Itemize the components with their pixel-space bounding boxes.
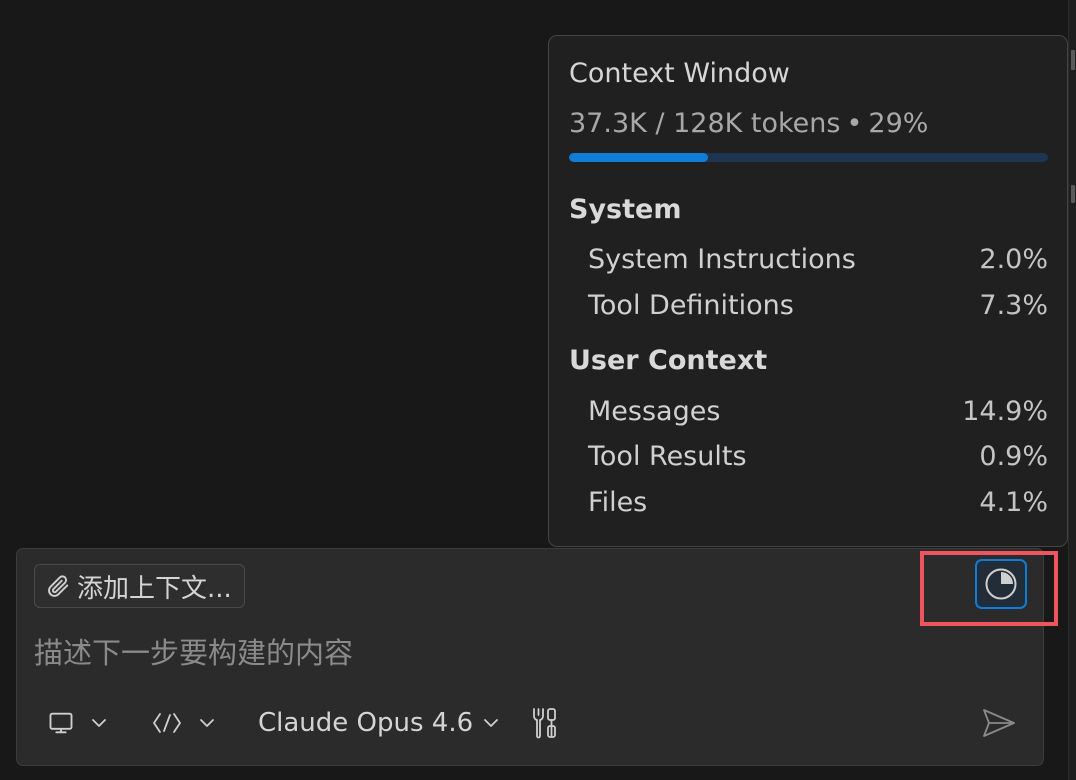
scrollbar-marker xyxy=(1071,50,1075,70)
code-brackets-icon xyxy=(151,709,183,737)
row-files: Files 4.1% xyxy=(588,485,1048,519)
mode-picker[interactable] xyxy=(151,699,217,747)
tools-button[interactable] xyxy=(527,699,561,747)
model-label: Claude Opus 4.6 xyxy=(258,708,474,738)
send-button[interactable] xyxy=(980,699,1018,747)
row-label: Messages xyxy=(588,395,721,427)
monitor-icon xyxy=(47,709,75,737)
context-window-popup: Context Window 37.3K / 128K tokens • 29% S… xyxy=(548,35,1068,547)
chevron-down-icon xyxy=(89,713,109,733)
context-progress-bar xyxy=(569,153,1048,162)
model-picker[interactable]: Claude Opus 4.6 xyxy=(258,699,501,747)
row-value: 7.3% xyxy=(979,289,1048,321)
section-system-heading: System xyxy=(569,194,682,225)
chevron-down-icon xyxy=(197,713,217,733)
context-usage-button[interactable] xyxy=(975,559,1027,609)
row-value: 14.9% xyxy=(962,395,1048,427)
chevron-down-icon xyxy=(481,713,501,733)
chat-prompt-input[interactable] xyxy=(34,633,1014,673)
row-system-instructions: System Instructions 2.0% xyxy=(588,242,1048,276)
row-tool-results: Tool Results 0.9% xyxy=(588,439,1048,473)
paperclip-icon xyxy=(45,573,71,599)
add-context-label: 添加上下文... xyxy=(77,573,232,604)
context-window-title: Context Window xyxy=(569,58,790,89)
section-user-context-heading: User Context xyxy=(569,345,768,376)
row-value: 2.0% xyxy=(979,243,1048,275)
tools-icon xyxy=(527,706,561,740)
row-value: 4.1% xyxy=(979,486,1048,518)
row-label: Tool Results xyxy=(588,440,747,472)
chat-toolbar: Claude Opus 4.6 xyxy=(17,699,1043,747)
row-label: System Instructions xyxy=(588,243,856,275)
row-label: Tool Definitions xyxy=(588,289,794,321)
context-progress-fill xyxy=(569,153,708,162)
row-messages: Messages 14.9% xyxy=(588,394,1048,428)
row-tool-definitions: Tool Definitions 7.3% xyxy=(588,288,1048,322)
separator-dot: • xyxy=(846,108,863,139)
chat-input-panel: 添加上下文... 描述下一步要构建的内容 Claude Opus 4.6 xyxy=(16,548,1044,766)
target-picker[interactable] xyxy=(47,699,109,747)
row-value: 0.9% xyxy=(979,440,1048,472)
usage-percent: 29% xyxy=(868,108,929,139)
pie-chart-icon xyxy=(984,567,1018,601)
scrollbar[interactable] xyxy=(1068,0,1076,780)
send-icon xyxy=(980,706,1018,740)
token-usage-text: 37.3K / 128K tokens xyxy=(569,108,841,139)
scrollbar-marker xyxy=(1071,185,1075,203)
row-label: Files xyxy=(588,486,648,518)
context-usage-summary: 37.3K / 128K tokens • 29% xyxy=(569,108,928,139)
editor-chat-view: Context Window 37.3K / 128K tokens • 29% S… xyxy=(0,0,1076,780)
add-context-button[interactable]: 添加上下文... xyxy=(34,564,245,608)
